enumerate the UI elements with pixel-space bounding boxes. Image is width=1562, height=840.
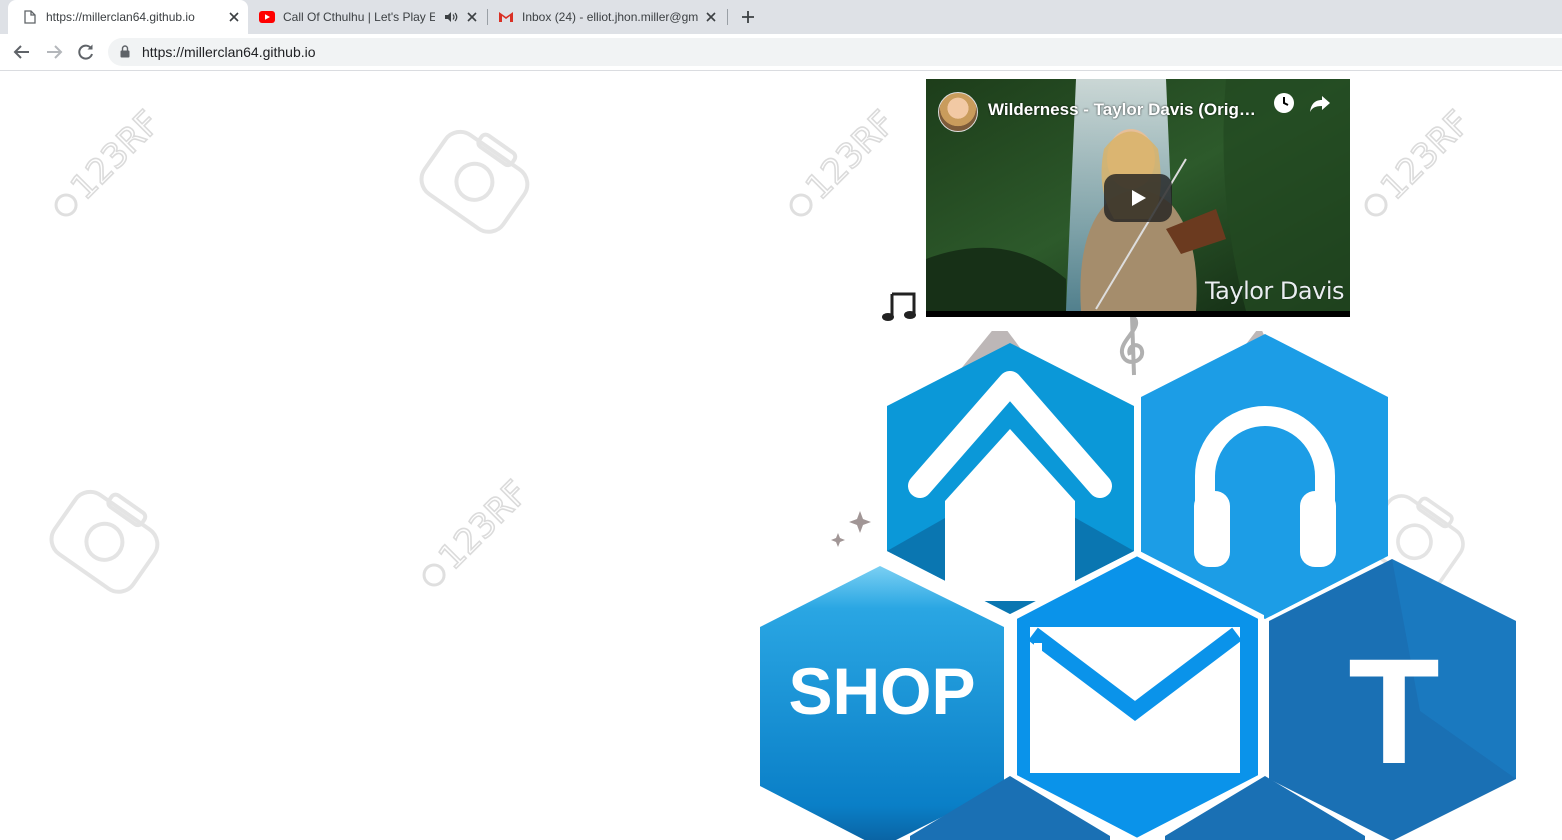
youtube-video-embed[interactable]: Wilderness - Taylor Davis (Origin... Tay… bbox=[926, 79, 1350, 317]
arrow-right-icon bbox=[47, 45, 63, 59]
reload-button[interactable] bbox=[76, 42, 96, 62]
tab-separator bbox=[487, 9, 488, 25]
watch-later-icon[interactable] bbox=[1272, 91, 1296, 115]
watermark-logo: 123RF bbox=[422, 472, 537, 587]
gmail-icon bbox=[498, 9, 514, 25]
hex-menu: T SHOP bbox=[760, 331, 1516, 840]
mail-hex[interactable] bbox=[1011, 549, 1264, 840]
text-letter: T bbox=[1348, 627, 1440, 795]
play-button[interactable] bbox=[1104, 174, 1172, 222]
shop-hex[interactable]: SHOP bbox=[760, 566, 1004, 840]
watermark-logo: 123RF bbox=[54, 102, 169, 217]
video-title[interactable]: Wilderness - Taylor Davis (Origin... bbox=[988, 100, 1258, 120]
audio-playing-icon[interactable] bbox=[444, 11, 458, 23]
tab-millerclan[interactable]: https://millerclan64.github.io bbox=[8, 0, 248, 34]
camera-watermark-icon bbox=[419, 129, 530, 234]
tab-separator bbox=[727, 9, 728, 25]
channel-avatar[interactable] bbox=[938, 92, 978, 132]
plus-icon bbox=[742, 11, 754, 23]
tab-gmail[interactable]: Inbox (24) - elliot.jhon.miller@gm bbox=[489, 0, 725, 34]
svg-text:123RF: 123RF bbox=[798, 103, 903, 208]
svg-text:123RF: 123RF bbox=[1373, 103, 1478, 208]
forward-button[interactable] bbox=[44, 42, 64, 62]
close-tab-icon[interactable] bbox=[703, 9, 719, 25]
share-icon[interactable] bbox=[1308, 91, 1332, 115]
close-tab-icon[interactable] bbox=[226, 9, 242, 25]
tab-strip: https://millerclan64.github.io Call Of C… bbox=[0, 0, 1562, 34]
text-hex[interactable]: T bbox=[1269, 559, 1516, 840]
address-bar[interactable]: https://millerclan64.github.io bbox=[108, 38, 1562, 66]
address-text[interactable]: https://millerclan64.github.io bbox=[142, 44, 316, 60]
lock-icon[interactable] bbox=[120, 45, 132, 59]
page-content: 123RF 123RF 123RF 123RF Wilderness - Tay… bbox=[0, 71, 1562, 840]
envelope-icon bbox=[1028, 627, 1242, 773]
reload-icon bbox=[78, 44, 93, 60]
page-icon bbox=[22, 9, 38, 25]
tab-title: Call Of Cthulhu | Let's Play Ep bbox=[283, 10, 435, 24]
svg-text:123RF: 123RF bbox=[63, 103, 168, 208]
tab-title: Inbox (24) - elliot.jhon.miller@gm bbox=[522, 10, 698, 24]
music-note-icon bbox=[882, 292, 916, 321]
tab-youtube[interactable]: Call Of Cthulhu | Let's Play Ep bbox=[250, 0, 486, 34]
browser-toolbar: https://millerclan64.github.io bbox=[0, 34, 1562, 71]
watermark-logo: 123RF bbox=[789, 102, 904, 217]
camera-watermark-icon bbox=[49, 489, 160, 594]
video-watermark-text: Taylor Davis bbox=[1204, 277, 1345, 305]
close-tab-icon[interactable] bbox=[464, 9, 480, 25]
tab-title: https://millerclan64.github.io bbox=[46, 10, 195, 24]
play-icon bbox=[1132, 190, 1146, 206]
watermark-logo: 123RF bbox=[1364, 102, 1479, 217]
arrow-left-icon bbox=[13, 45, 29, 59]
new-tab-button[interactable] bbox=[738, 7, 758, 27]
back-button[interactable] bbox=[12, 42, 32, 62]
svg-text:123RF: 123RF bbox=[431, 473, 536, 578]
shop-label: SHOP bbox=[788, 654, 975, 728]
youtube-icon bbox=[259, 9, 275, 25]
